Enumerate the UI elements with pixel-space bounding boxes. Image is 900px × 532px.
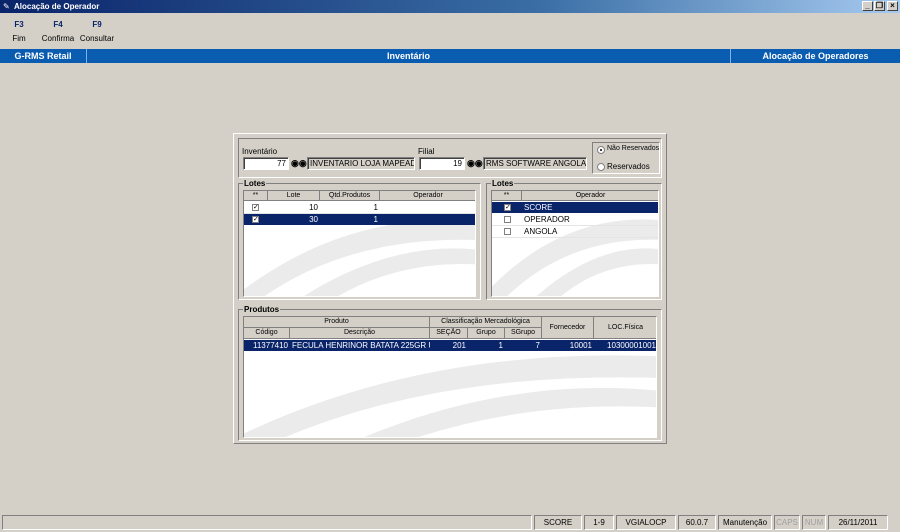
- row-checkbox[interactable]: [504, 216, 511, 223]
- cell-codigo: 11377410: [253, 341, 288, 350]
- cell-sgrupo: 7: [535, 341, 540, 350]
- lotes-right-group: Lotes ** Operador ✓ SCORE OPERADOR ANGOL…: [486, 179, 662, 300]
- minimize-button[interactable]: _: [862, 1, 873, 11]
- consultar-button[interactable]: F9 Consultar: [78, 20, 116, 44]
- cell-operador: [380, 202, 475, 213]
- col-header-secao[interactable]: SEÇÃO: [430, 328, 468, 339]
- filial-code-input[interactable]: 19: [419, 157, 465, 170]
- group-header-classificacao: Classificação Mercadológica: [430, 317, 542, 328]
- cell-fornecedor: 10001: [569, 341, 592, 350]
- cell-grupo: 1: [498, 341, 503, 350]
- col-header-codigo[interactable]: Código: [244, 328, 290, 339]
- cell-operador: ANGOLA: [524, 227, 558, 236]
- confirma-button[interactable]: F4 Confirma: [40, 20, 76, 44]
- window-title: Alocação de Operador: [14, 2, 100, 11]
- radio-reservados[interactable]: Reservados: [597, 162, 661, 172]
- row-checkbox[interactable]: ✓: [252, 216, 259, 223]
- status-program: VGIALOCP: [616, 515, 676, 530]
- col-header-grupo[interactable]: Grupo: [468, 328, 505, 339]
- col-header-lote[interactable]: Lote: [268, 191, 320, 201]
- row-checkbox[interactable]: ✓: [504, 204, 511, 211]
- fkey-caption: Fim: [12, 34, 26, 43]
- fkey-label: F4: [53, 20, 63, 29]
- restore-button[interactable]: ❐: [874, 1, 885, 11]
- fkey-label: F9: [92, 20, 102, 29]
- table-row[interactable]: ANGOLA: [492, 226, 658, 237]
- group-header-produto: Produto: [244, 317, 430, 328]
- reserva-radio-group: Não Reservados Reservados: [592, 142, 660, 174]
- cell-lote: 10: [309, 203, 318, 212]
- col-header-operador[interactable]: Operador: [380, 191, 475, 201]
- cell-loc: 10300001001: [607, 341, 656, 350]
- fkey-caption: Consultar: [79, 34, 115, 43]
- window-title-bar: ✎ Alocação de Operador _ ❐ ×: [0, 0, 900, 13]
- col-header-fornecedor[interactable]: Fornecedor: [542, 317, 594, 339]
- filial-label: Filial: [418, 147, 435, 156]
- status-caps: CAPS: [774, 515, 800, 530]
- status-version: 60.0.7: [678, 515, 716, 530]
- status-date: 26/11/2011: [828, 515, 888, 530]
- app-name: G-RMS Retail: [14, 51, 72, 61]
- cell-operador: OPERADOR: [524, 215, 570, 224]
- cell-qtd: 1: [373, 215, 378, 224]
- lotes-left-title: Lotes: [243, 179, 267, 188]
- table-row[interactable]: ✓ SCORE: [492, 202, 658, 213]
- table-row[interactable]: 11377410 FECULA HENRINOR BATATA 225GR UN…: [244, 340, 656, 351]
- lotes-left-grid[interactable]: ** Lote Qtd.Produtos Operador ✓ 10 1 ✓ 3…: [243, 190, 476, 297]
- status-message: [2, 515, 532, 530]
- col-header-descricao[interactable]: Descrição: [290, 328, 430, 339]
- fkey-caption: Confirma: [41, 34, 75, 43]
- col-header-check[interactable]: **: [244, 191, 268, 201]
- col-header-operador[interactable]: Operador: [522, 191, 658, 201]
- lotes-right-grid[interactable]: ** Operador ✓ SCORE OPERADOR ANGOLA: [491, 190, 659, 297]
- col-header-loc[interactable]: LOC.Física: [594, 317, 656, 339]
- cell-operador: SCORE: [524, 203, 553, 212]
- header-band: G-RMS Retail Inventário Alocação de Oper…: [0, 49, 900, 63]
- status-num: NUM: [802, 515, 826, 530]
- col-header-qtd[interactable]: Qtd.Produtos: [320, 191, 380, 201]
- col-header-sgrupo[interactable]: SGrupo: [505, 328, 542, 339]
- status-range: 1-9: [584, 515, 614, 530]
- filter-section: Inventário 77 ◉◉ INVENTARIO LOJA MAPEADA…: [238, 138, 662, 178]
- filial-search-icon[interactable]: ◉◉: [467, 157, 483, 170]
- status-user: SCORE: [534, 515, 582, 530]
- fim-button[interactable]: F3 Fim: [8, 20, 30, 44]
- inventario-code-input[interactable]: 77: [243, 157, 289, 170]
- radio-label: Reservados: [607, 162, 650, 171]
- cell-secao: 201: [452, 341, 466, 350]
- filial-desc-field: RMS SOFTWARE ANGOLA: [483, 157, 587, 170]
- radio-nao-reservados[interactable]: Não Reservados: [597, 145, 661, 155]
- lotes-left-group: Lotes ** Lote Qtd.Produtos Operador ✓ 10…: [238, 179, 481, 300]
- cell-qtd: 1: [373, 203, 378, 212]
- fkey-label: F3: [14, 20, 24, 29]
- inventario-search-icon[interactable]: ◉◉: [291, 157, 307, 170]
- module-name: Inventário: [386, 51, 430, 61]
- inventario-label: Inventário: [242, 147, 278, 156]
- screen-name: Alocação de Operadores: [762, 51, 869, 61]
- close-button[interactable]: ×: [887, 1, 898, 11]
- radio-dot-icon: [597, 146, 605, 154]
- radio-label: Não Reservados: [607, 145, 660, 152]
- col-header-check[interactable]: **: [492, 191, 522, 201]
- status-mode: Manutenção: [718, 515, 772, 530]
- main-panel: Inventário 77 ◉◉ INVENTARIO LOJA MAPEADA…: [233, 133, 667, 444]
- cell-lote: 30: [309, 215, 318, 224]
- produtos-grid[interactable]: Produto Classificação Mercadológica Forn…: [243, 316, 657, 438]
- produtos-group: Produtos Produto Classificação Mercadoló…: [238, 305, 662, 441]
- cell-descricao: FECULA HENRINOR BATATA 225GR UN: [292, 341, 430, 350]
- row-checkbox[interactable]: [504, 228, 511, 235]
- table-row[interactable]: ✓ 10 1: [244, 202, 475, 213]
- table-row[interactable]: OPERADOR: [492, 214, 658, 225]
- table-row[interactable]: ✓ 30 1: [244, 214, 475, 225]
- app-icon: ✎: [3, 2, 10, 11]
- lotes-right-title: Lotes: [491, 179, 515, 188]
- produtos-title: Produtos: [243, 305, 281, 314]
- radio-dot-icon: [597, 163, 605, 171]
- inventario-desc-field: INVENTARIO LOJA MAPEADA: [307, 157, 415, 170]
- row-checkbox[interactable]: ✓: [252, 204, 259, 211]
- cell-operador: [380, 214, 475, 225]
